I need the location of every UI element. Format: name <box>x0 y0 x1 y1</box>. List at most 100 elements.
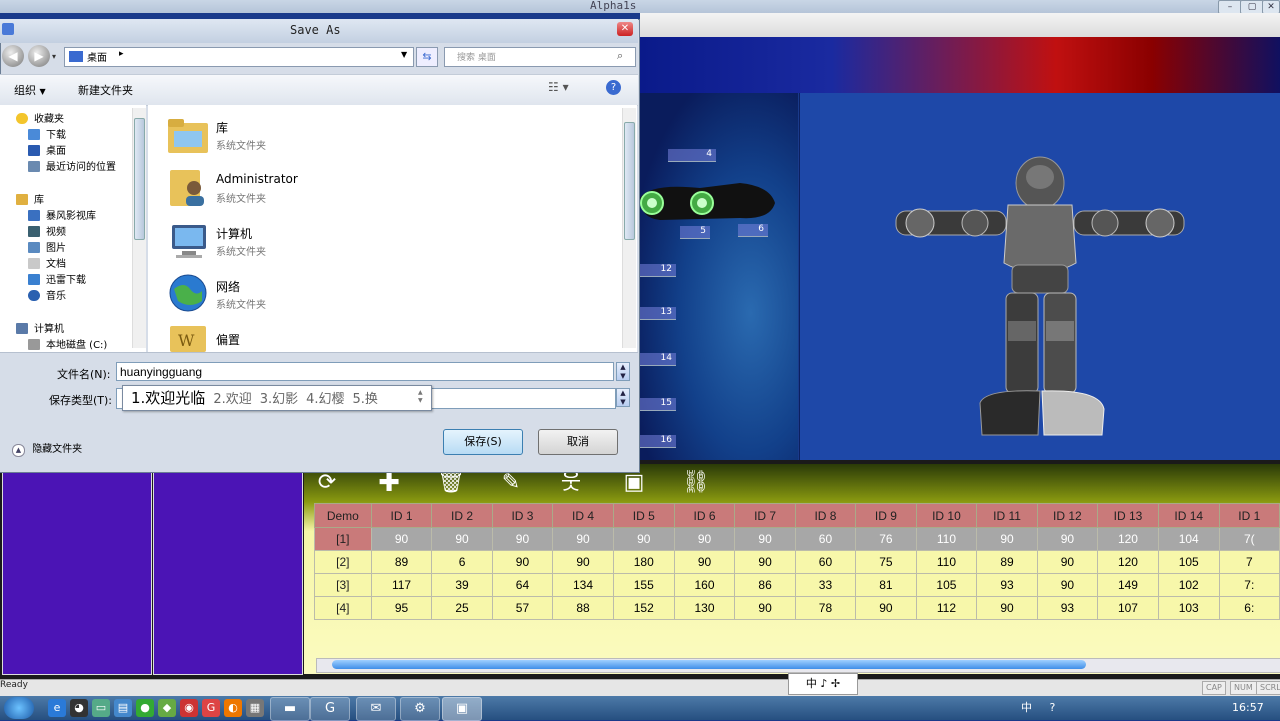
table-cell[interactable]: 160 <box>673 573 736 597</box>
table-cell[interactable]: 90 <box>491 550 554 574</box>
joint-label-15[interactable]: 15 <box>640 398 676 411</box>
help-icon[interactable]: ? <box>606 80 621 95</box>
file-name[interactable]: Administrator <box>216 172 298 186</box>
table-cell[interactable]: 7( <box>1218 527 1280 551</box>
robot-pose-icon[interactable]: 웃 <box>558 471 584 495</box>
address-dropdown-icon[interactable]: ▼ <box>401 50 407 59</box>
app-icon-4[interactable]: G <box>202 699 220 717</box>
table-cell[interactable]: 110 <box>915 550 978 574</box>
search-input[interactable]: 搜索 桌面 ⌕ <box>444 47 636 67</box>
table-cell[interactable]: 7 <box>1218 550 1280 574</box>
table-cell[interactable]: 90 <box>734 550 796 574</box>
table-cell[interactable]: 90 <box>612 527 675 551</box>
table-cell[interactable]: 6: <box>1218 596 1280 620</box>
table-cell[interactable]: 152 <box>612 596 675 620</box>
table-cell[interactable]: 134 <box>552 573 614 597</box>
nav-music[interactable]: 音乐 <box>28 289 66 305</box>
nav-favorites[interactable]: 收藏夹 <box>16 112 64 128</box>
table-cell[interactable]: 90 <box>491 527 554 551</box>
robot-3d-view[interactable] <box>799 93 1280 460</box>
nav-pictures[interactable]: 图片 <box>28 241 66 257</box>
ime-candidate[interactable]: 3.幻影 <box>260 392 298 407</box>
table-cell[interactable]: 90 <box>734 527 796 551</box>
start-button[interactable] <box>4 697 34 719</box>
file-name[interactable]: 网络 <box>216 278 240 295</box>
filename-dropdown-button[interactable]: ▲ ▼ <box>616 362 630 381</box>
address-chevron-icon[interactable]: ▸ <box>119 49 124 59</box>
file-name[interactable]: 库 <box>216 119 228 136</box>
row-label[interactable]: [1] <box>314 527 372 551</box>
trash-icon[interactable]: 🗑 <box>437 471 465 495</box>
add-icon[interactable]: ✚ <box>376 470 402 496</box>
filename-field[interactable]: huanyingguang <box>116 362 614 381</box>
back-button[interactable]: ◀ <box>2 45 24 67</box>
table-cell[interactable]: 57 <box>491 596 554 620</box>
table-cell[interactable]: 90 <box>552 527 614 551</box>
motion-table[interactable]: Demo ID 1 ID 2 ID 3 ID 4 ID 5 ID 6 ID 7 ID 8 ID 9… <box>314 503 1280 620</box>
table-cell[interactable]: 90 <box>976 596 1038 620</box>
table-cell[interactable]: 33 <box>794 573 857 597</box>
address-bar[interactable]: 桌面 ▸ ▼ <box>64 47 414 67</box>
table-cell[interactable]: 105 <box>915 573 978 597</box>
file-scroll-thumb[interactable] <box>624 122 635 240</box>
firefox-icon[interactable]: ◐ <box>224 699 242 717</box>
table-cell[interactable]: 78 <box>794 596 857 620</box>
table-cell[interactable]: 117 <box>370 573 433 597</box>
table-cell[interactable]: 6 <box>431 550 493 574</box>
tray-ime[interactable]: 中 <box>1021 701 1032 714</box>
joint-label-6[interactable]: 6 <box>738 224 768 237</box>
app-close-button[interactable]: ✕ <box>1262 0 1280 14</box>
table-row[interactable]: [1] 90 90 90 90 90 90 90 60 76 110 90 90 120 104 7( <box>314 527 1280 551</box>
refresh-button[interactable]: ⇆ <box>416 47 438 67</box>
edit-icon[interactable]: ✎ <box>498 471 524 495</box>
ime-page-arrows-icon[interactable]: ▲ ▼ <box>418 389 428 405</box>
address-text[interactable]: 桌面 <box>87 49 107 64</box>
ime-candidate[interactable]: 2.欢迎 <box>213 392 251 407</box>
forward-button[interactable]: ▶ <box>28 45 50 67</box>
nav-storm-video[interactable]: 暴风影视库 <box>28 209 96 225</box>
table-cell[interactable]: 88 <box>552 596 614 620</box>
table-cell[interactable]: 90 <box>1036 573 1099 597</box>
column-header[interactable]: ID 5 <box>612 503 675 528</box>
column-header[interactable]: ID 7 <box>734 503 796 528</box>
save-button[interactable]: 保存(S) <box>443 429 523 455</box>
navigation-pane[interactable] <box>0 105 146 352</box>
column-header[interactable]: ID 1 <box>1218 503 1280 528</box>
table-cell[interactable]: 90 <box>431 527 493 551</box>
column-header[interactable]: ID 1 <box>370 503 433 528</box>
column-header[interactable]: ID 11 <box>976 503 1038 528</box>
joint-label-5[interactable]: 5 <box>680 226 710 239</box>
joint-label-14[interactable]: 14 <box>640 353 676 366</box>
ime-candidate-window[interactable]: 1.欢迎光临 2.欢迎 3.幻影 4.幻樱 5.换 <box>122 385 432 411</box>
clock[interactable]: 16:57 <box>1232 697 1264 719</box>
save-icon[interactable]: ▣ <box>621 471 647 495</box>
joint-label-13[interactable]: 13 <box>640 307 676 320</box>
tray-help[interactable]: ? <box>1050 701 1056 714</box>
table-cell[interactable]: 90 <box>734 596 796 620</box>
window-icon[interactable]: ▤ <box>114 699 132 717</box>
ime-candidate[interactable]: 5.换 <box>353 392 378 407</box>
column-header[interactable]: ID 12 <box>1036 503 1099 528</box>
taskbar-folder[interactable]: ▬ <box>270 697 310 721</box>
table-cell[interactable]: 89 <box>976 550 1038 574</box>
table-cell[interactable]: 102 <box>1157 573 1220 597</box>
hide-folders-toggle[interactable]: ▲ 隐藏文件夹 <box>12 440 82 457</box>
column-header[interactable]: Demo <box>314 503 372 528</box>
table-cell[interactable]: 180 <box>612 550 675 574</box>
table-cell[interactable]: 112 <box>915 596 978 620</box>
table-row[interactable]: [3] 117 39 64 134 155 160 86 33 81 105 93 90 149 102 7: <box>314 573 1280 597</box>
table-cell[interactable]: 90 <box>1036 527 1099 551</box>
nav-thunder-downloads[interactable]: 迅雷下载 <box>28 273 86 289</box>
nav-scroll-thumb[interactable] <box>134 118 145 240</box>
table-cell[interactable]: 7: <box>1218 573 1280 597</box>
table-cell[interactable]: 130 <box>673 596 736 620</box>
table-cell[interactable]: 95 <box>370 596 433 620</box>
taskbar-dialog[interactable]: ▣ <box>442 697 482 721</box>
joint-label-12[interactable]: 12 <box>640 264 676 277</box>
column-header[interactable]: ID 10 <box>915 503 978 528</box>
table-cell[interactable]: 60 <box>794 550 857 574</box>
column-header[interactable]: ID 9 <box>855 503 917 528</box>
taskbar-alpha1s[interactable]: ⚙ <box>400 697 440 721</box>
new-folder-button[interactable]: 新建文件夹 <box>78 82 133 98</box>
table-scroll-thumb[interactable] <box>332 660 1086 669</box>
